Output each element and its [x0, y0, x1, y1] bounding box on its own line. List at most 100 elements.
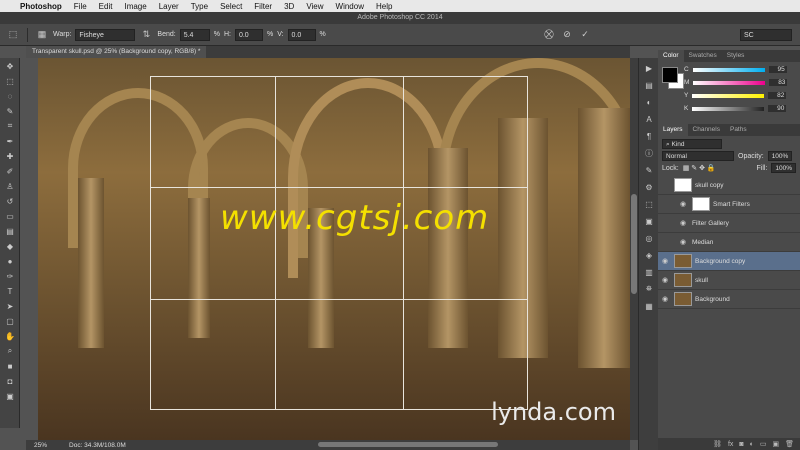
tab-swatches[interactable]: Swatches [684, 50, 722, 62]
visibility-icon[interactable]: ◉ [662, 295, 671, 303]
info-icon[interactable]: ⓘ [640, 146, 658, 160]
link-layers-icon[interactable]: ⛓ [713, 440, 722, 448]
menu-layer[interactable]: Layer [153, 2, 185, 11]
channels-icon[interactable]: ◈ [640, 248, 658, 262]
v-input[interactable]: 0.0 [287, 28, 316, 41]
color-swatches-icon[interactable]: ■ [1, 359, 19, 373]
menu-select[interactable]: Select [214, 2, 248, 11]
new-group-icon[interactable]: ▭ [760, 440, 767, 448]
c-slider[interactable]: C 95 [684, 66, 787, 73]
k-slider[interactable]: K 90 [684, 105, 787, 112]
layer-name[interactable]: Smart Filters [713, 201, 750, 208]
grid-line[interactable] [151, 299, 527, 301]
properties-icon[interactable]: ▤ [640, 78, 658, 92]
document-canvas[interactable]: www.cgtsj.com lynda.com [38, 58, 630, 440]
tab-channels[interactable]: Channels [688, 124, 725, 136]
layer-row[interactable]: ◉ Filter Gallery [658, 214, 800, 233]
zoom-tool-icon[interactable]: ⌕ [1, 344, 19, 358]
stamp-tool-icon[interactable]: ♙ [1, 179, 19, 193]
new-layer-icon[interactable]: ▣ [772, 440, 779, 448]
visibility-icon[interactable]: ◉ [680, 238, 689, 246]
warp-grid[interactable] [150, 76, 528, 410]
document-tab[interactable]: Transparent skull.psd @ 25% (Background … [26, 46, 207, 58]
m-value[interactable]: 83 [769, 79, 788, 86]
blend-mode-select[interactable]: Normal [662, 151, 734, 161]
hand-tool-icon[interactable]: ✋ [1, 329, 19, 343]
trash-icon[interactable]: 🗑 [785, 440, 794, 448]
warp-style-select[interactable]: Fisheye [75, 28, 136, 41]
clone-source-icon[interactable]: ⚙ [640, 180, 658, 194]
transform-icon[interactable]: ⬚ [6, 28, 20, 42]
blur-tool-icon[interactable]: ◆ [1, 239, 19, 253]
layer-name[interactable]: skull [695, 277, 708, 284]
warp-grid-icon[interactable]: ▦ [35, 28, 49, 42]
doc-size[interactable]: Doc: 34.3M/108.0M [69, 442, 126, 449]
kind-filter-select[interactable]: ⌕ Kind [662, 139, 722, 149]
k-track[interactable] [692, 106, 765, 111]
layer-row[interactable]: skull copy [658, 176, 800, 195]
dodge-tool-icon[interactable]: ● [1, 254, 19, 268]
orientation-icon[interactable]: ⇅ [139, 28, 153, 42]
h-input[interactable]: 0.0 [234, 28, 263, 41]
layer-comps-icon[interactable]: ▣ [640, 214, 658, 228]
tab-paths[interactable]: Paths [725, 124, 752, 136]
zoom-level[interactable]: 25% [34, 442, 47, 449]
layer-name[interactable]: Median [692, 239, 713, 246]
quick-select-tool-icon[interactable]: ✎ [1, 104, 19, 118]
y-slider[interactable]: Y 82 [684, 92, 787, 99]
vertical-scrollbar[interactable] [630, 58, 638, 440]
foreground-color-swatch[interactable] [662, 67, 678, 83]
history-brush-tool-icon[interactable]: ↺ [1, 194, 19, 208]
menu-app[interactable]: Photoshop [14, 2, 68, 11]
grid-line[interactable] [151, 186, 527, 188]
commit-icon[interactable]: ✓ [578, 28, 592, 42]
layer-name[interactable]: skull copy [695, 182, 724, 189]
cancel-icon[interactable]: ⊘ [560, 28, 574, 42]
history-icon[interactable]: ▶ [640, 61, 658, 75]
c-value[interactable]: 95 [768, 66, 787, 73]
layer-row[interactable]: ◉ Background copy [658, 252, 800, 271]
fx-icon[interactable]: fx [728, 441, 733, 448]
menu-window[interactable]: Window [330, 2, 370, 11]
lock-icons[interactable]: ▦ ✎ ✥ 🔒 [683, 164, 753, 172]
layer-name[interactable]: Filter Gallery [692, 220, 729, 227]
menu-edit[interactable]: Edit [93, 2, 119, 11]
y-track[interactable] [692, 93, 765, 98]
tab-color[interactable]: Color [658, 50, 684, 62]
actions-icon[interactable]: ◎ [640, 231, 658, 245]
k-value[interactable]: 90 [768, 105, 787, 112]
m-slider[interactable]: M 83 [684, 79, 788, 86]
y-value[interactable]: 82 [768, 92, 787, 99]
layer-row[interactable]: ◉ Smart Filters [658, 195, 800, 214]
eraser-tool-icon[interactable]: ▭ [1, 209, 19, 223]
visibility-icon[interactable]: ◉ [662, 276, 671, 284]
tab-styles[interactable]: Styles [722, 50, 750, 62]
bend-input[interactable]: 5.4 [179, 28, 210, 41]
layer-name[interactable]: Background [695, 296, 730, 303]
menu-image[interactable]: Image [118, 2, 152, 11]
warp-mode-icon[interactable]: ⛒ [542, 28, 556, 42]
grid-line[interactable] [402, 77, 404, 409]
grid-line[interactable] [275, 77, 277, 409]
add-mask-icon[interactable]: ◙ [739, 441, 743, 448]
visibility-icon[interactable]: ◉ [680, 200, 689, 208]
layer-row[interactable]: ◉ Median [658, 233, 800, 252]
lasso-tool-icon[interactable]: ◌ [1, 89, 19, 103]
character-icon[interactable]: A [640, 112, 658, 126]
type-tool-icon[interactable]: T [1, 284, 19, 298]
layer-row[interactable]: ◉ skull [658, 271, 800, 290]
move-tool-icon[interactable]: ✥ [1, 59, 19, 73]
m-track[interactable] [693, 80, 766, 85]
visibility-icon[interactable]: ◉ [662, 257, 671, 265]
eyedropper-tool-icon[interactable]: ✒ [1, 134, 19, 148]
menu-file[interactable]: File [68, 2, 93, 11]
paragraph-icon[interactable]: ¶ [640, 129, 658, 143]
menu-3d[interactable]: 3D [278, 2, 300, 11]
tab-layers[interactable]: Layers [658, 124, 688, 136]
crop-tool-icon[interactable]: ⌗ [1, 119, 19, 133]
menu-type[interactable]: Type [185, 2, 214, 11]
menu-filter[interactable]: Filter [248, 2, 278, 11]
marquee-tool-icon[interactable]: ⬚ [1, 74, 19, 88]
adjustments-icon[interactable]: ◐ [640, 95, 658, 109]
gradient-tool-icon[interactable]: ▤ [1, 224, 19, 238]
